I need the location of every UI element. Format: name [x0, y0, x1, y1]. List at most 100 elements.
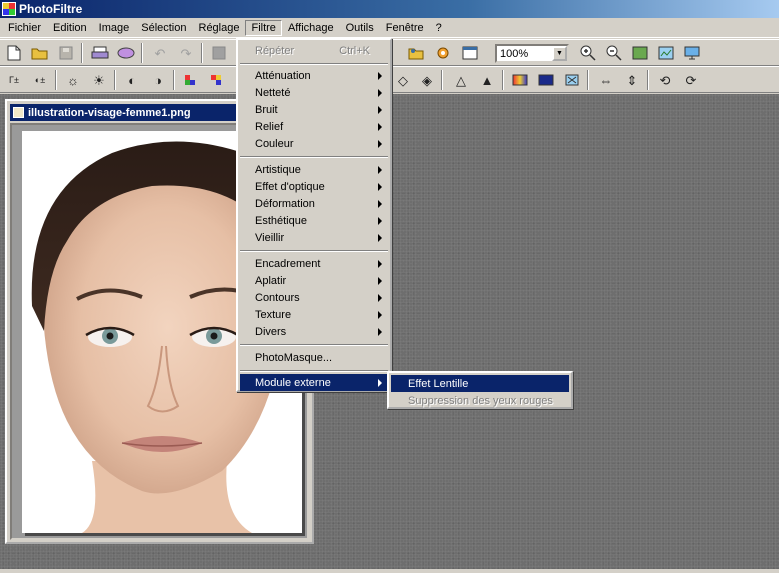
- window-icon[interactable]: [459, 43, 481, 63]
- menu-separator: [240, 250, 388, 252]
- fill-icon[interactable]: [208, 43, 230, 63]
- blur-icon[interactable]: ◇: [392, 70, 414, 90]
- zoom-select[interactable]: 100% ▼: [495, 44, 569, 63]
- module-externe-submenu: Effet Lentille Suppression des yeux roug…: [387, 371, 573, 409]
- flip-vertical-icon[interactable]: ⇕: [621, 70, 643, 90]
- menu-item-photomasque[interactable]: PhotoMasque...: [240, 349, 388, 366]
- menu-affichage[interactable]: Affichage: [282, 20, 340, 36]
- menu-item-contours[interactable]: Contours: [240, 289, 388, 306]
- gradient-dark-icon[interactable]: [535, 70, 557, 90]
- menu-selection[interactable]: Sélection: [135, 20, 192, 36]
- toolbar-separator: [141, 43, 143, 63]
- contrast-minus-icon[interactable]: ◐: [121, 70, 143, 90]
- menu-item-esthetique[interactable]: Esthétique: [240, 212, 388, 229]
- menu-item-couleur[interactable]: Couleur: [240, 135, 388, 152]
- sharpen-icon[interactable]: △: [450, 70, 472, 90]
- menu-item-encadrement[interactable]: Encadrement: [240, 255, 388, 272]
- explorer-icon[interactable]: [405, 43, 427, 63]
- brightness-plus-icon[interactable]: ☀: [88, 70, 110, 90]
- menu-item-nettete[interactable]: Netteté: [240, 84, 388, 101]
- app-title-bar[interactable]: PhotoFiltre: [0, 0, 779, 18]
- menu-item-texture[interactable]: Texture: [240, 306, 388, 323]
- toolbar-separator: [502, 70, 504, 90]
- saturation-minus-icon[interactable]: [180, 70, 202, 90]
- actual-size-icon[interactable]: [629, 43, 651, 63]
- app-title: PhotoFiltre: [19, 2, 83, 16]
- submenu-arrow-icon: [378, 379, 382, 387]
- toolbar-separator: [647, 70, 649, 90]
- menu-image[interactable]: Image: [93, 20, 136, 36]
- menu-item-relief[interactable]: Relief: [240, 118, 388, 135]
- menu-item-deformation[interactable]: Déformation: [240, 195, 388, 212]
- menu-item-bruit[interactable]: Bruit: [240, 101, 388, 118]
- menu-item-effet-lentille[interactable]: Effet Lentille: [391, 375, 569, 392]
- menu-item-suppression-yeux-rouges[interactable]: Suppression des yeux rouges: [391, 392, 569, 409]
- flip-horizontal-icon[interactable]: ⇔: [595, 70, 617, 90]
- menu-separator: [240, 63, 388, 65]
- chevron-down-icon[interactable]: ▼: [552, 46, 567, 61]
- submenu-arrow-icon: [378, 200, 382, 208]
- toolbar-separator: [114, 70, 116, 90]
- new-file-icon[interactable]: [3, 43, 25, 63]
- zoom-out-icon[interactable]: [603, 43, 625, 63]
- menu-item-repeter[interactable]: Répéter Ctrl+K: [240, 42, 388, 59]
- scan-icon[interactable]: [115, 43, 137, 63]
- submenu-arrow-icon: [378, 166, 382, 174]
- menu-reglage[interactable]: Réglage: [193, 20, 246, 36]
- status-strip: [0, 569, 779, 573]
- submenu-arrow-icon: [378, 234, 382, 242]
- fit-window-icon[interactable]: [655, 43, 677, 63]
- rotate-right-icon[interactable]: ⟳: [680, 70, 702, 90]
- menu-filtre[interactable]: Filtre: [245, 19, 282, 36]
- toolbar-separator: [441, 70, 443, 90]
- menu-item-divers[interactable]: Divers: [240, 323, 388, 340]
- rotate-left-icon[interactable]: ⟲: [654, 70, 676, 90]
- menu-help[interactable]: ?: [430, 20, 448, 36]
- redo-icon[interactable]: ↷: [175, 43, 197, 63]
- shortcut-label: Ctrl+K: [339, 44, 370, 57]
- undo-icon[interactable]: ↶: [149, 43, 171, 63]
- menu-item-module-externe[interactable]: Module externe: [240, 374, 388, 391]
- submenu-arrow-icon: [378, 294, 382, 302]
- menu-item-artistique[interactable]: Artistique: [240, 161, 388, 178]
- submenu-arrow-icon: [378, 106, 382, 114]
- menu-edition[interactable]: Edition: [47, 20, 93, 36]
- menu-item-attenuation[interactable]: Atténuation: [240, 67, 388, 84]
- toolbar-separator: [173, 70, 175, 90]
- gradient-icon[interactable]: [509, 70, 531, 90]
- saturation-plus-icon[interactable]: [206, 70, 228, 90]
- crop-icon[interactable]: [561, 70, 583, 90]
- contrast-plus-icon[interactable]: ◑: [147, 70, 169, 90]
- submenu-arrow-icon: [378, 277, 382, 285]
- submenu-arrow-icon: [378, 217, 382, 225]
- auto-level-icon[interactable]: ◐±: [29, 70, 51, 90]
- sharpen-more-icon[interactable]: ▲: [476, 70, 498, 90]
- menu-item-effet-optique[interactable]: Effet d'optique: [240, 178, 388, 195]
- menu-item-vieillir[interactable]: Vieillir: [240, 229, 388, 246]
- submenu-arrow-icon: [378, 311, 382, 319]
- menu-item-aplatir[interactable]: Aplatir: [240, 272, 388, 289]
- menu-fenetre[interactable]: Fenêtre: [380, 20, 430, 36]
- menu-outils[interactable]: Outils: [340, 20, 380, 36]
- menu-separator: [240, 370, 388, 372]
- print-icon[interactable]: [89, 43, 111, 63]
- menu-fichier[interactable]: Fichier: [2, 20, 47, 36]
- submenu-arrow-icon: [378, 183, 382, 191]
- blur-more-icon[interactable]: ◈: [416, 70, 438, 90]
- save-icon[interactable]: [55, 43, 77, 63]
- zoom-in-icon[interactable]: [577, 43, 599, 63]
- photofiltre-app-icon: [2, 2, 16, 16]
- fullscreen-icon[interactable]: [681, 43, 703, 63]
- automation-icon[interactable]: [432, 43, 454, 63]
- auto-contrast-icon[interactable]: Γ±: [3, 70, 25, 90]
- toolbar-separator: [201, 43, 203, 63]
- open-folder-icon[interactable]: [29, 43, 51, 63]
- submenu-arrow-icon: [378, 328, 382, 336]
- submenu-arrow-icon: [378, 72, 382, 80]
- menu-separator: [240, 156, 388, 158]
- submenu-arrow-icon: [378, 260, 382, 268]
- brightness-minus-icon[interactable]: ☼: [62, 70, 84, 90]
- submenu-arrow-icon: [378, 89, 382, 97]
- document-title: illustration-visage-femme1.png: [28, 106, 191, 119]
- toolbar-separator: [55, 70, 57, 90]
